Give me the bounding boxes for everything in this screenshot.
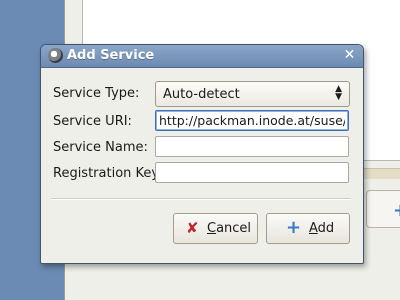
button-separator [51, 198, 351, 200]
add-button[interactable]: + Add [266, 213, 350, 244]
dialog-titlebar[interactable]: Add Service ✕ [41, 45, 363, 68]
service-uri-input[interactable] [159, 112, 345, 129]
add-label: Add [309, 221, 335, 236]
service-type-combo[interactable]: Auto-detect ▲ ▼ [155, 81, 350, 107]
plus-icon: + [393, 200, 400, 221]
service-name-field[interactable] [155, 136, 349, 157]
close-icon: ✕ [343, 47, 356, 63]
service-uri-field[interactable] [155, 110, 349, 131]
service-type-label: Service Type: [53, 86, 140, 101]
service-type-value: Auto-detect [163, 87, 240, 102]
background-add-button: + [366, 190, 400, 228]
service-name-input[interactable] [159, 138, 345, 155]
plus-icon: + [286, 217, 302, 238]
service-icon [48, 48, 63, 63]
updown-arrows-icon: ▲ ▼ [335, 84, 342, 102]
add-service-dialog: Add Service ✕ Service Type: Auto-detect … [40, 44, 364, 264]
service-uri-label: Service URI: [53, 114, 132, 129]
registration-key-input[interactable] [159, 164, 345, 181]
x-icon: ✘ [186, 219, 199, 237]
registration-key-label: Registration Key: [53, 166, 163, 181]
service-name-label: Service Name: [53, 140, 148, 155]
dialog-title: Add Service [67, 48, 155, 63]
registration-key-field[interactable] [155, 162, 349, 183]
cancel-button[interactable]: ✘ Cancel [173, 213, 258, 244]
cancel-label: Cancel [207, 221, 252, 236]
close-button[interactable]: ✕ [342, 48, 357, 63]
